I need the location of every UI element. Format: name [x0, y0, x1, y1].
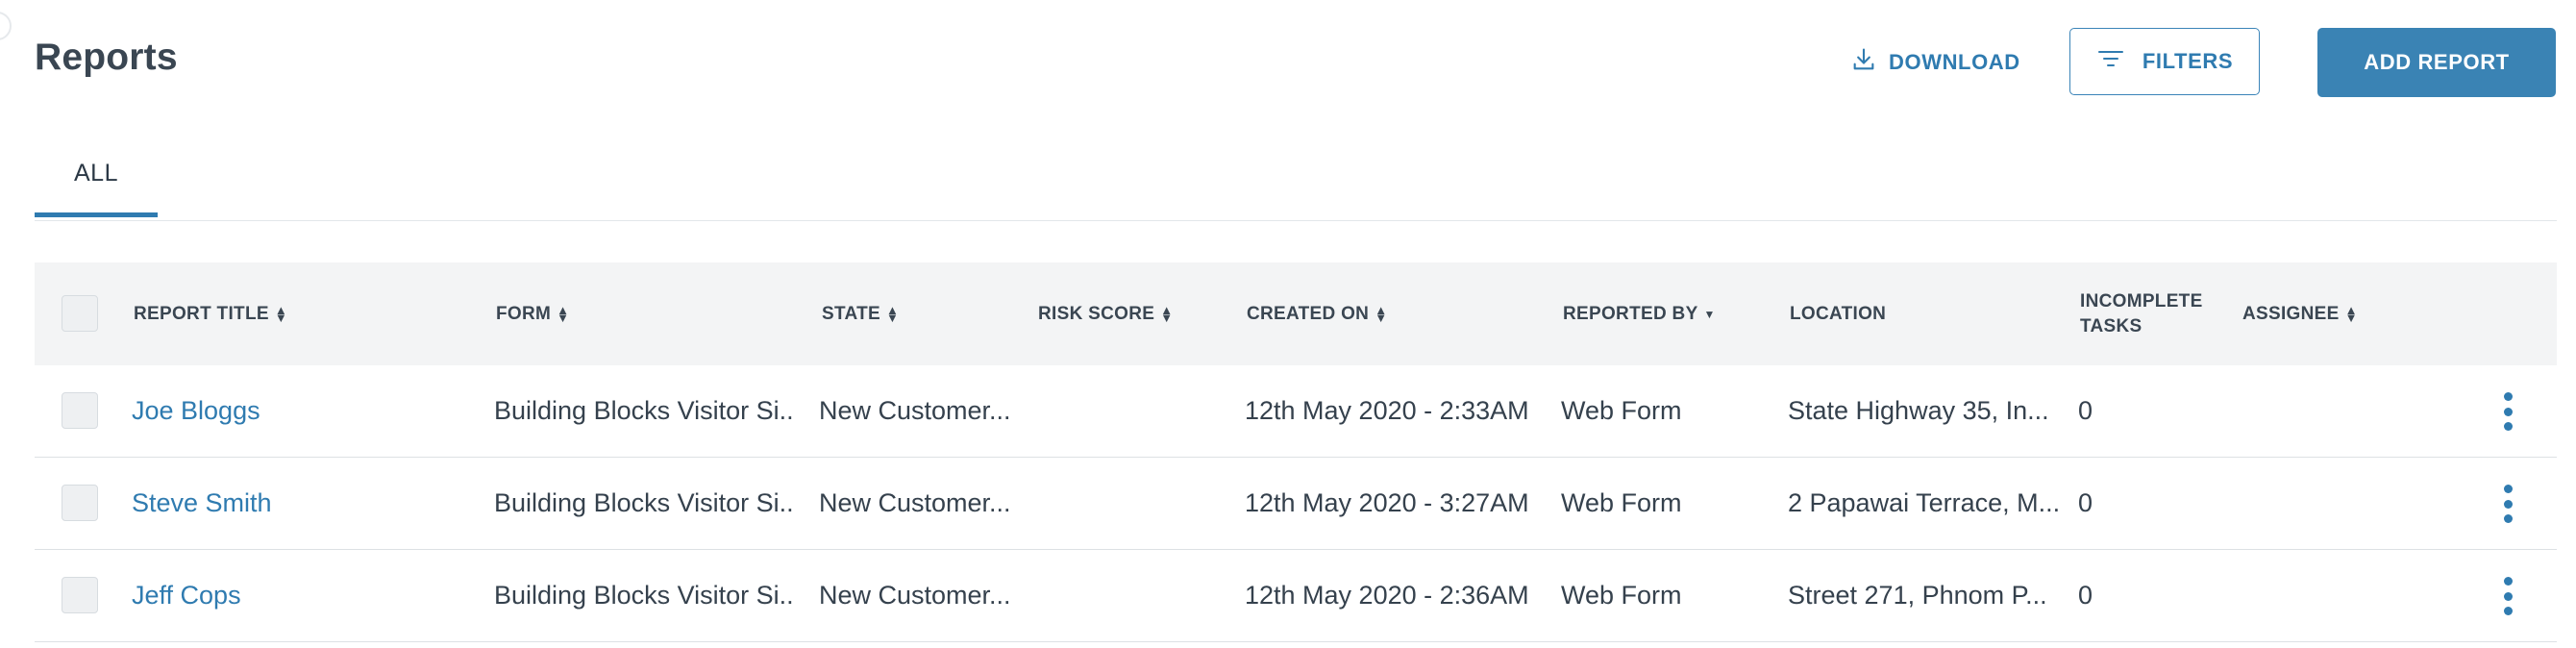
state-cell: New Customer...: [819, 396, 1011, 425]
form-cell: Building Blocks Visitor Si...: [494, 396, 792, 425]
created-on-cell: 12th May 2020 - 2:33AM: [1245, 396, 1529, 425]
reported-by-cell: Web Form: [1561, 488, 1682, 517]
report-title-link[interactable]: Joe Bloggs: [132, 365, 260, 457]
download-label: DOWNLOAD: [1889, 50, 2020, 74]
column-label: INCOMPLETE: [2080, 290, 2203, 312]
column-header-state[interactable]: STATE ▲ ▼: [822, 262, 899, 365]
filter-icon: [2096, 47, 2125, 76]
sort-icon: ▲ ▼: [2344, 302, 2358, 325]
reports-table: REPORT TITLE ▲ ▼ FORM ▲ ▼ STATE ▲ ▼ RISK SC…: [35, 262, 2557, 642]
filters-button[interactable]: FILTERS: [2069, 28, 2260, 95]
sort-icon: ▲ ▼: [274, 302, 287, 325]
header-actions: DOWNLOAD FILTERS ADD REPORT: [0, 28, 2576, 97]
row-checkbox[interactable]: [62, 577, 98, 613]
form-cell: Building Blocks Visitor Si...: [494, 581, 792, 610]
column-header-report-title[interactable]: REPORT TITLE ▲ ▼: [134, 262, 287, 365]
row-checkbox[interactable]: [62, 485, 98, 521]
column-header-created-on[interactable]: CREATED ON ▲ ▼: [1247, 262, 1387, 365]
kebab-menu-icon[interactable]: [2501, 392, 2514, 431]
column-header-risk-score[interactable]: RISK SCORE ▲ ▼: [1038, 262, 1173, 365]
tab-all[interactable]: ALL: [35, 144, 158, 217]
incomplete-tasks-cell: 0: [2078, 488, 2093, 517]
created-on-cell: 12th May 2020 - 2:36AM: [1245, 581, 1529, 610]
sort-icon: ▲ ▼: [885, 302, 900, 325]
column-label: TASKS: [2080, 315, 2143, 336]
column-label: LOCATION: [1790, 303, 1887, 324]
tab-bar: ALL: [35, 144, 2557, 221]
filters-label: FILTERS: [2142, 49, 2234, 73]
column-label: REPORTED BY: [1563, 303, 1698, 324]
table-header: REPORT TITLE ▲ ▼ FORM ▲ ▼ STATE ▲ ▼ RISK SC…: [35, 262, 2557, 365]
incomplete-tasks-cell: 0: [2078, 396, 2093, 425]
location-cell: State Highway 35, In...: [1788, 396, 2049, 425]
column-label: RISK SCORE: [1038, 303, 1155, 324]
incomplete-tasks-cell: 0: [2078, 581, 2093, 610]
column-header-form[interactable]: FORM ▲ ▼: [496, 262, 569, 365]
column-header-reported-by[interactable]: REPORTED BY ▼: [1563, 262, 1716, 365]
column-label: CREATED ON: [1247, 303, 1370, 324]
column-label: STATE: [822, 303, 880, 324]
add-report-button[interactable]: ADD REPORT: [2317, 28, 2556, 97]
column-label: FORM: [496, 303, 552, 324]
sort-icon: ▲ ▼: [1160, 302, 1174, 325]
sort-desc-icon: ▼: [1703, 307, 1716, 321]
reported-by-cell: Web Form: [1561, 581, 1682, 610]
column-header-assignee[interactable]: ASSIGNEE ▲ ▼: [2242, 262, 2358, 365]
location-cell: Street 271, Phnom P...: [1788, 581, 2047, 610]
kebab-menu-icon[interactable]: [2501, 485, 2514, 523]
report-title-link[interactable]: Jeff Cops: [132, 550, 241, 641]
state-cell: New Customer...: [819, 581, 1011, 610]
kebab-menu-icon[interactable]: [2501, 577, 2514, 615]
table-row[interactable]: Joe Bloggs Building Blocks Visitor Si...…: [35, 365, 2557, 458]
created-on-cell: 12th May 2020 - 3:27AM: [1245, 488, 1529, 517]
table-row[interactable]: Jeff Cops Building Blocks Visitor Si... …: [35, 550, 2557, 642]
form-cell: Building Blocks Visitor Si...: [494, 488, 792, 517]
column-label: REPORT TITLE: [134, 303, 269, 324]
column-label: ASSIGNEE: [2242, 303, 2340, 324]
sort-icon: ▲ ▼: [1375, 302, 1388, 325]
download-button[interactable]: DOWNLOAD: [1850, 28, 2023, 97]
location-cell: 2 Papawai Terrace, M...: [1788, 488, 2061, 517]
download-icon: [1850, 46, 1877, 79]
column-header-location[interactable]: LOCATION: [1790, 262, 1886, 365]
state-cell: New Customer...: [819, 488, 1011, 517]
row-checkbox[interactable]: [62, 392, 98, 429]
select-all-checkbox[interactable]: [62, 295, 98, 332]
reported-by-cell: Web Form: [1561, 396, 1682, 425]
table-row[interactable]: Steve Smith Building Blocks Visitor Si..…: [35, 458, 2557, 550]
report-title-link[interactable]: Steve Smith: [132, 458, 272, 549]
column-header-incomplete-tasks[interactable]: INCOMPLETE TASKS: [2080, 262, 2203, 365]
sort-icon: ▲ ▼: [557, 302, 570, 325]
